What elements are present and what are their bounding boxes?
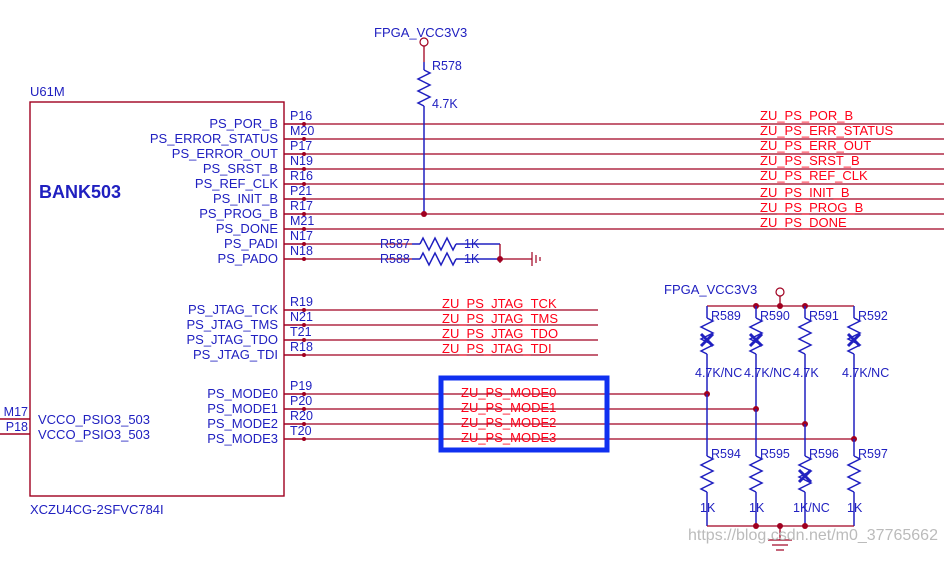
r587-val: 1K xyxy=(464,237,480,251)
svg-text:PS_MODE2: PS_MODE2 xyxy=(207,416,278,431)
svg-text:R596: R596 xyxy=(809,447,839,461)
net-label: ZU_PS_ERR_OUT xyxy=(760,138,871,153)
svg-text:R590: R590 xyxy=(760,309,790,323)
net-label: ZU_PS_POR_B xyxy=(760,108,853,123)
pin-name: PS_DONE xyxy=(216,221,278,236)
r588-ref: R588 xyxy=(380,252,410,266)
svg-text:R592: R592 xyxy=(858,309,888,323)
r588: R588 1K xyxy=(380,252,500,266)
pin-name: PS_POR_B xyxy=(209,116,278,131)
svg-text:4.7K/NC: 4.7K/NC xyxy=(842,366,889,380)
pin-num: N17 xyxy=(290,229,313,243)
pin-num: N18 xyxy=(290,244,313,258)
net-label: ZU_PS_SRST_B xyxy=(760,153,860,168)
svg-text:ZU_PS_JTAG_TDI: ZU_PS_JTAG_TDI xyxy=(442,341,552,356)
net-label: ZU_PS_PROG_B xyxy=(760,200,863,215)
svg-text:4.7K/NC: 4.7K/NC xyxy=(695,366,742,380)
svg-text:N21: N21 xyxy=(290,310,313,324)
svg-text:T21: T21 xyxy=(290,325,312,339)
pin-name: PS_PADO xyxy=(218,251,278,266)
svg-text:ZU_PS_MODE2: ZU_PS_MODE2 xyxy=(461,415,556,430)
ps-pin-group: PS_POR_B P16 ZU_PS_POR_B PS_ERROR_STATUS… xyxy=(150,108,944,236)
svg-text:R595: R595 xyxy=(760,447,790,461)
power-label: FPGA_VCC3V3 xyxy=(374,25,467,40)
svg-text:R18: R18 xyxy=(290,340,313,354)
svg-text:R597: R597 xyxy=(858,447,888,461)
pin-num: P17 xyxy=(290,139,312,153)
svg-text:P19: P19 xyxy=(290,379,312,393)
ic-bank: BANK503 xyxy=(39,182,121,202)
schematic-canvas: U61M BANK503 XCZU4CG-2SFVC784I M17 P18 V… xyxy=(0,0,944,569)
pin-name: PS_ERROR_STATUS xyxy=(150,131,278,146)
ic-refdes: U61M xyxy=(30,84,65,99)
svg-text:R19: R19 xyxy=(290,295,313,309)
svg-text:ZU_PS_MODE1: ZU_PS_MODE1 xyxy=(461,400,556,415)
svg-text:PS_JTAG_TMS: PS_JTAG_TMS xyxy=(186,317,278,332)
gnd-small xyxy=(500,252,540,266)
svg-text:R589: R589 xyxy=(711,309,741,323)
svg-text:PS_JTAG_TCK: PS_JTAG_TCK xyxy=(188,302,278,317)
r587: R587 1K xyxy=(380,237,500,251)
pin-num: M17 xyxy=(4,405,28,419)
pin-name: PS_REF_CLK xyxy=(195,176,278,191)
svg-text:ZU_PS_JTAG_TMS: ZU_PS_JTAG_TMS xyxy=(442,311,558,326)
r578-ref: R578 xyxy=(432,59,462,73)
pin-name: PS_SRST_B xyxy=(203,161,278,176)
net-label: ZU_PS_ERR_STATUS xyxy=(760,123,893,138)
watermark: https://blog.csdn.net/m0_37765662 xyxy=(688,527,938,544)
svg-text:ZU_PS_JTAG_TCK: ZU_PS_JTAG_TCK xyxy=(442,296,557,311)
svg-text:ZU_PS_MODE3: ZU_PS_MODE3 xyxy=(461,430,556,445)
pin-name: PS_INIT_B xyxy=(213,191,278,206)
jtag-group: PS_JTAG_TCK R19 ZU_PS_JTAG_TCK PS_JTAG_T… xyxy=(186,295,598,362)
svg-text:1K: 1K xyxy=(700,501,716,515)
svg-text:4.7K: 4.7K xyxy=(793,366,819,380)
svg-text:ZU_PS_JTAG_TDO: ZU_PS_JTAG_TDO xyxy=(442,326,558,341)
svg-text:PS_JTAG_TDO: PS_JTAG_TDO xyxy=(186,332,278,347)
svg-text:PS_MODE0: PS_MODE0 xyxy=(207,386,278,401)
r587-ref: R587 xyxy=(380,237,410,251)
svg-text:R20: R20 xyxy=(290,409,313,423)
r578-val: 4.7K xyxy=(432,97,458,111)
svg-text:PS_JTAG_TDI: PS_JTAG_TDI xyxy=(193,347,278,362)
pin-name: PS_PROG_B xyxy=(199,206,278,221)
net-label: ZU_PS_REF_CLK xyxy=(760,168,868,183)
svg-text:P20: P20 xyxy=(290,394,312,408)
pulldown-group: R594 1K R595 1K R596 1K/NC R597 1K xyxy=(700,394,888,526)
svg-text:ZU_PS_MODE0: ZU_PS_MODE0 xyxy=(461,385,556,400)
net-label: ZU_PS_DONE xyxy=(760,215,847,230)
svg-text:1K/NC: 1K/NC xyxy=(793,501,830,515)
pin-num: R16 xyxy=(290,169,313,183)
pin-num: M21 xyxy=(290,214,314,228)
pin-num: P21 xyxy=(290,184,312,198)
pin-num: R17 xyxy=(290,199,313,213)
svg-text:R594: R594 xyxy=(711,447,741,461)
svg-text:4.7K/NC: 4.7K/NC xyxy=(744,366,791,380)
svg-text:1K: 1K xyxy=(749,501,765,515)
pin-name: PS_ERROR_OUT xyxy=(172,146,278,161)
pin-num: M20 xyxy=(290,124,314,138)
pin-num: P16 xyxy=(290,109,312,123)
svg-text:1K: 1K xyxy=(847,501,863,515)
mode-group: PS_MODE0 P19 ZU_PS_MODE0 PS_MODE1 P20 ZU… xyxy=(207,379,854,446)
power-right: FPGA_VCC3V3 xyxy=(664,282,757,297)
pin-num: N19 xyxy=(290,154,313,168)
pin-name: VCCO_PSIO3_503 xyxy=(38,427,150,442)
pin-num: P18 xyxy=(6,420,28,434)
ic-part-number: XCZU4CG-2SFVC784I xyxy=(30,502,164,517)
svg-text:PS_MODE3: PS_MODE3 xyxy=(207,431,278,446)
r578: R578 4.7K xyxy=(418,59,462,217)
pullup-group: R589 4.7K/NC R590 4.7K/NC R591 4.7K R592… xyxy=(695,306,889,442)
net-label: ZU_PS_INIT_B xyxy=(760,185,850,200)
svg-text:R591: R591 xyxy=(809,309,839,323)
pin-name: PS_PADI xyxy=(224,236,278,251)
pin-name: VCCO_PSIO3_503 xyxy=(38,412,150,427)
r588-val: 1K xyxy=(464,252,480,266)
svg-text:PS_MODE1: PS_MODE1 xyxy=(207,401,278,416)
svg-text:T20: T20 xyxy=(290,424,312,438)
